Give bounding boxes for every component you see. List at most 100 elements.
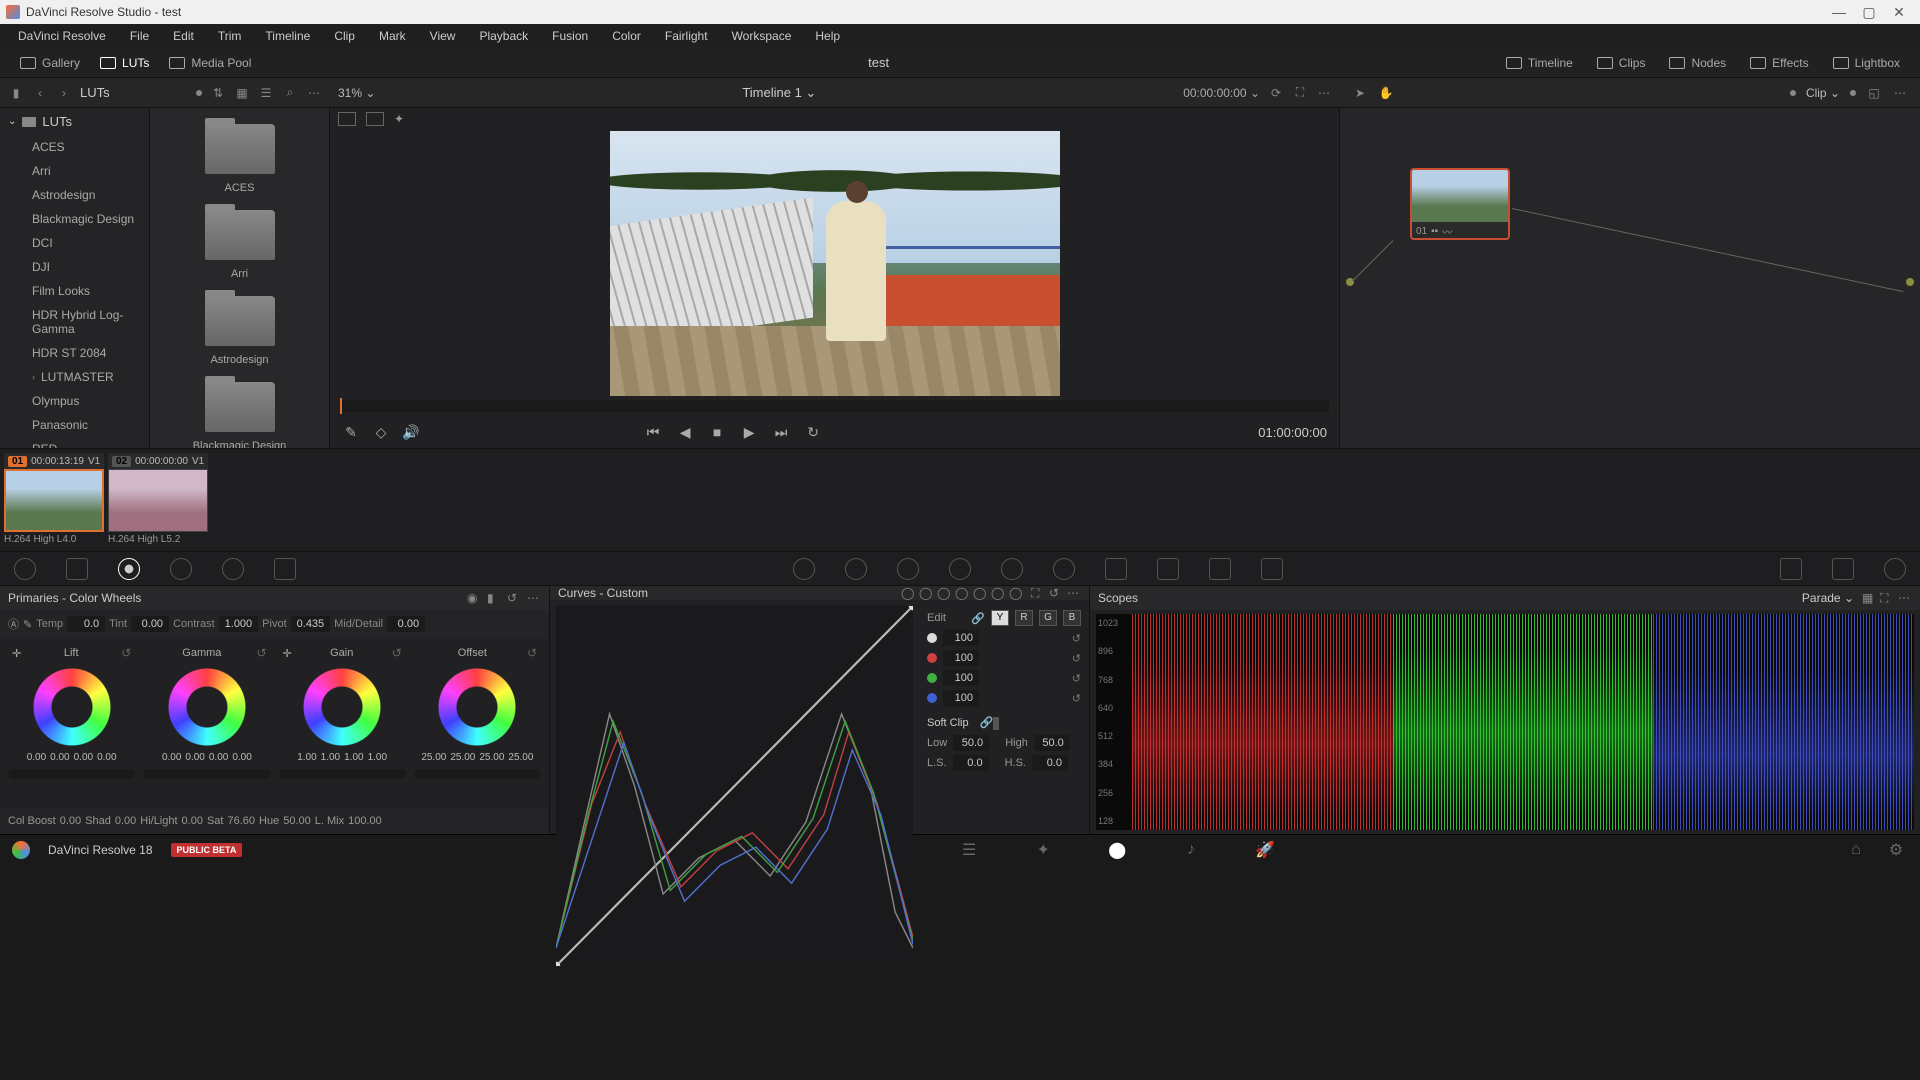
lut-folder-aces[interactable]: ACES [150,116,329,202]
temp-value[interactable]: 0.0 [67,616,105,632]
corrector-node[interactable]: 01▪▪〰 [1410,168,1510,240]
curves-mode-3-icon[interactable]: ◯ [937,586,951,600]
nav-back-icon[interactable]: ‹ [32,85,48,101]
blur-icon[interactable] [1105,558,1127,580]
scope-menu-icon[interactable]: ⋯ [1898,591,1912,605]
curves-menu-icon[interactable]: ⋯ [1067,586,1081,600]
clips-button[interactable]: Clips [1587,52,1656,74]
lut-tree-item[interactable]: Arri [0,159,149,183]
hand-tool-icon[interactable]: ✋ [1378,85,1394,101]
panel-collapse-icon[interactable]: ▮ [8,85,24,101]
panel-options-icon[interactable]: ⋯ [306,85,322,101]
node-editor[interactable]: 01▪▪〰 [1340,108,1920,448]
clip-thumbnail-1[interactable]: 0100:00:13:19V1 H.264 High L4.0 [4,453,104,547]
channel-b-button[interactable]: B [1063,610,1081,626]
reset-g-icon[interactable]: ↺ [1072,672,1081,685]
intensity-y[interactable]: 100 [943,630,979,646]
viewer-canvas[interactable] [330,131,1339,396]
curves-title[interactable]: Curves - Custom [558,586,648,600]
scope-expand-icon[interactable]: ⛶ [1880,591,1894,605]
nav-fwd-icon[interactable]: › [56,85,72,101]
gain-reset-icon[interactable]: ↺ [392,646,402,660]
camera-raw-icon[interactable] [14,558,36,580]
menu-mark[interactable]: Mark [369,26,416,46]
grid-view-icon[interactable]: ▦ [234,85,250,101]
softclip-hs[interactable]: 0.0 [1032,755,1068,771]
menu-edit[interactable]: Edit [163,26,204,46]
pivot-value[interactable]: 0.435 [291,616,331,632]
motion-effects-icon[interactable] [274,558,296,580]
warper-icon[interactable] [845,558,867,580]
window-icon[interactable] [949,558,971,580]
reset-r-icon[interactable]: ↺ [1072,652,1081,665]
softclip-b-button[interactable] [997,717,999,730]
qualifier-icon[interactable] [897,558,919,580]
timeline-button[interactable]: Timeline [1496,52,1583,74]
mute-icon[interactable]: 🔊 [402,423,420,441]
curves-mode-6-icon[interactable]: ◯ [991,586,1005,600]
edit-page-tab[interactable]: ☰ [957,840,981,860]
shad-value[interactable]: 0.00 [115,815,136,827]
gain-picker-icon[interactable]: ✛ [283,647,292,660]
search-icon[interactable]: ⌕ [282,85,298,101]
zoom-dropdown[interactable]: 31% ⌄ [338,86,375,100]
gallery-button[interactable]: Gallery [10,52,90,74]
link-channels-icon[interactable]: 🔗 [971,612,985,625]
channel-r-button[interactable]: R [1015,610,1033,626]
menu-color[interactable]: Color [602,26,651,46]
primaries-title[interactable]: Primaries - Color Wheels [8,591,141,605]
lut-tree-item[interactable]: DJI [0,255,149,279]
fusion-page-tab[interactable]: ✦ [1031,840,1055,860]
curves-mode-7-icon[interactable]: ◯ [1009,586,1023,600]
lift-reset-icon[interactable]: ↺ [121,646,131,660]
lift-wheel[interactable] [33,668,111,746]
lut-tree-item[interactable]: DCI [0,231,149,255]
softclip-link-icon[interactable]: 🔗 [980,717,994,729]
first-frame-button[interactable]: ⏮ [644,423,662,441]
lut-tree-item[interactable]: Astrodesign [0,183,149,207]
menu-fairlight[interactable]: Fairlight [655,26,718,46]
curves-expand-icon[interactable]: ⛶ [1031,586,1045,600]
clip-mode-dropdown[interactable]: Clip ⌄ [1806,86,1840,100]
3d-icon[interactable] [1261,558,1283,580]
offset-wheel[interactable] [438,668,516,746]
wheel-mode-icon[interactable]: ◉ [467,591,481,605]
node-output-dot[interactable] [1906,278,1914,286]
lut-tree-item[interactable]: RED [0,437,149,448]
viewer-options-icon[interactable]: ⋯ [1316,85,1332,101]
unmix-icon[interactable]: ◇ [372,423,390,441]
fairlight-page-tab[interactable]: ♪ [1179,840,1203,860]
info-icon[interactable] [1884,558,1906,580]
lut-folder-blackmagic[interactable]: Blackmagic Design [150,374,329,448]
luts-root-folder[interactable]: ⌄LUTs [0,108,149,135]
menu-davinci[interactable]: DaVinci Resolve [8,26,116,46]
key-icon[interactable] [1157,558,1179,580]
menu-help[interactable]: Help [805,26,850,46]
hilight-value[interactable]: 0.00 [182,815,203,827]
curves-icon[interactable] [793,558,815,580]
viewer-scrubber[interactable] [340,400,1329,412]
mediapool-button[interactable]: Media Pool [159,52,261,74]
tint-value[interactable]: 0.00 [131,616,169,632]
curves-mode-1-icon[interactable]: ◯ [901,586,915,600]
home-button[interactable]: ⌂ [1844,840,1868,860]
intensity-r[interactable]: 100 [943,650,979,666]
stop-button[interactable]: ■ [708,423,726,441]
reset-b-icon[interactable]: ↺ [1072,692,1081,705]
record-timecode[interactable]: 01:00:00:00 [1258,425,1327,440]
gain-wheel[interactable] [303,668,381,746]
scope-mode-dropdown[interactable]: Parade ⌄ [1802,591,1854,605]
panel-menu-icon[interactable]: ⋯ [527,591,541,605]
lmix-value[interactable]: 100.00 [348,815,382,827]
menu-view[interactable]: View [420,26,466,46]
sizing-icon[interactable] [1209,558,1231,580]
reset-y-icon[interactable]: ↺ [1072,632,1081,645]
reset-all-icon[interactable]: ↺ [507,591,521,605]
menu-playback[interactable]: Playback [469,26,538,46]
node-options-icon[interactable]: ⋯ [1892,85,1908,101]
gain-y-slider[interactable] [279,769,406,779]
expand-viewer-icon[interactable]: ⛶ [1292,85,1308,101]
sort-icon[interactable]: ⇅ [210,85,226,101]
menu-workspace[interactable]: Workspace [722,26,802,46]
lut-tree-item[interactable]: Film Looks [0,279,149,303]
